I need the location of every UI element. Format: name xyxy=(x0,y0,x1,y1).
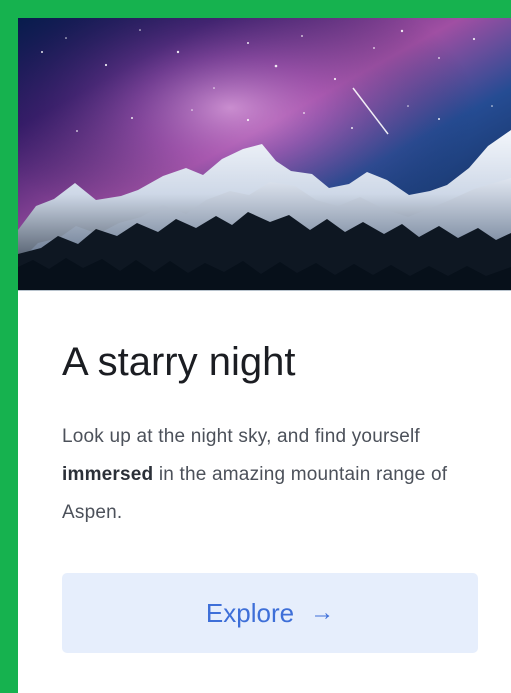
card-title: A starry night xyxy=(62,340,296,384)
arrow-right-icon: → xyxy=(310,599,335,626)
hero-divider xyxy=(18,290,511,291)
explore-button[interactable]: Explore → xyxy=(62,573,478,653)
explore-button-label: Explore xyxy=(205,597,295,628)
description-emphasis: immersed xyxy=(62,464,154,485)
page-frame: A starry night Look up at the night sky,… xyxy=(0,0,511,693)
card-description: Look up at the night sky, and find yours… xyxy=(62,418,482,532)
description-text-start: Look up at the night sky, and find yours… xyxy=(62,426,420,447)
hero-image xyxy=(18,18,511,290)
card: A starry night Look up at the night sky,… xyxy=(18,18,511,693)
